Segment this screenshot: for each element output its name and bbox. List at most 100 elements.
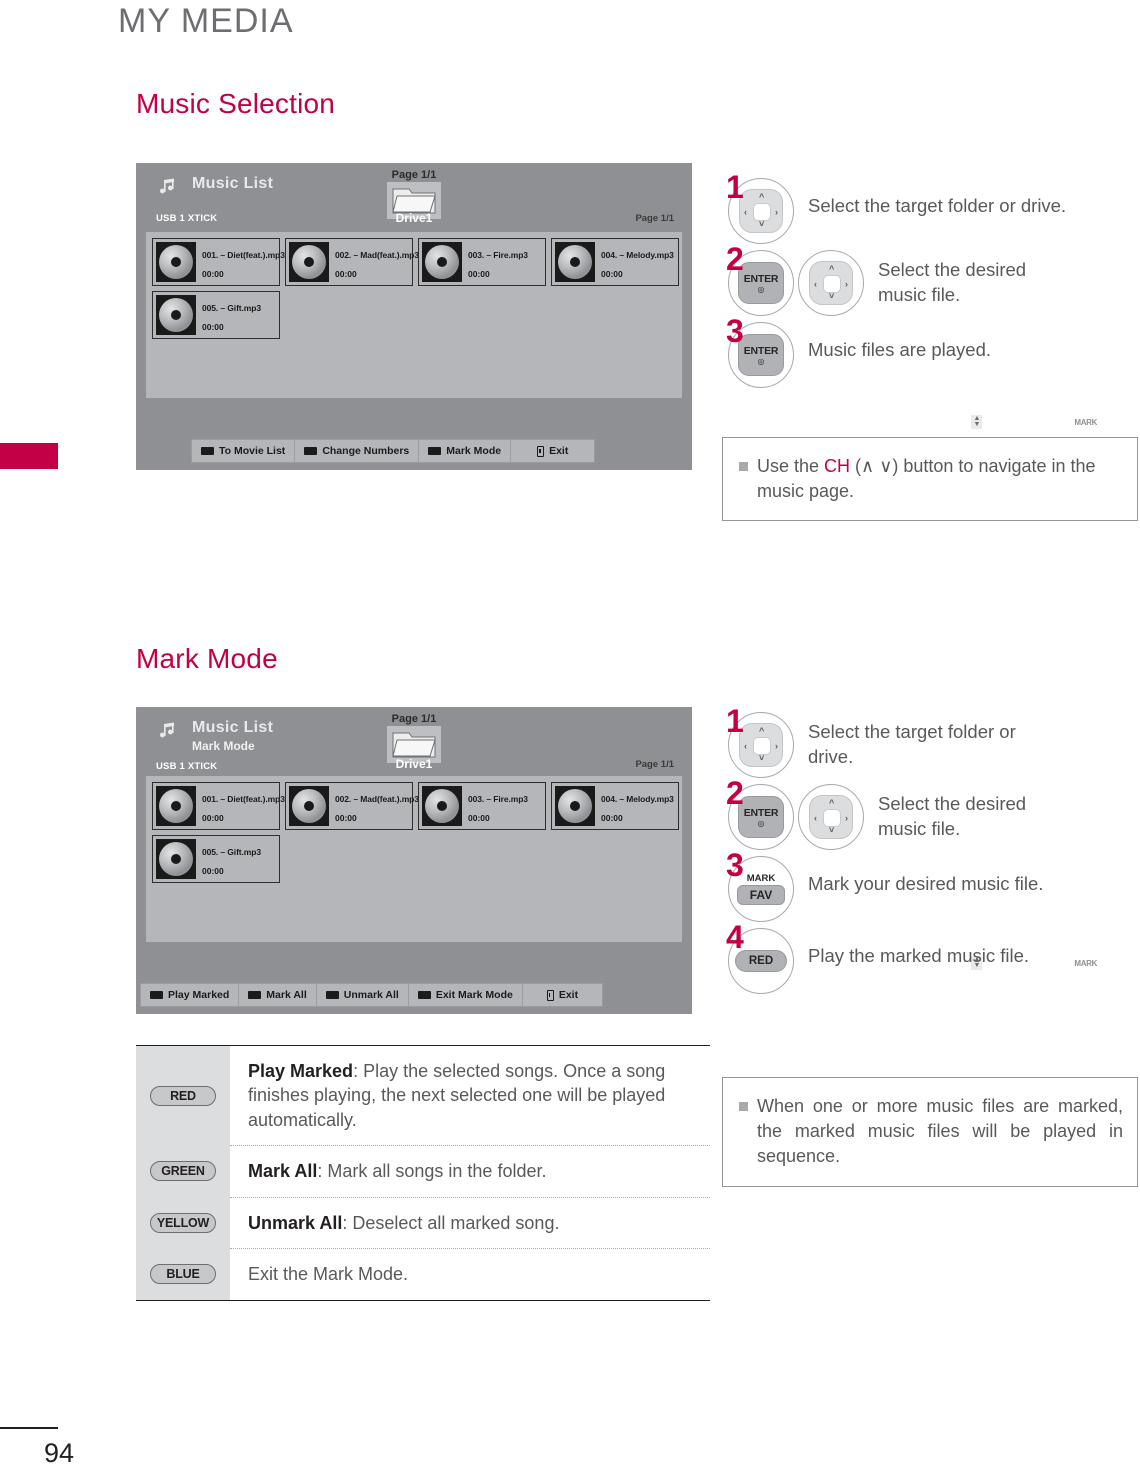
legend-label: Mark — [1103, 957, 1130, 969]
disc-icon — [555, 786, 595, 826]
disc-icon — [156, 786, 196, 826]
page-number: 94 — [44, 1438, 75, 1468]
step-text: Select the target folder or drive. — [808, 195, 1067, 216]
file-name: 004. – Melody.mp3 — [601, 794, 674, 804]
mark-fav-key-icon: MARK FAV — [736, 873, 786, 905]
step-text: Select the desired music file. — [878, 793, 1027, 839]
key-desc-text: : Mark all songs in the folder. — [317, 1161, 547, 1182]
file-name: 002. – Mad(feat.).mp3 — [335, 794, 419, 804]
remote-dpad-button[interactable]: ^ ˅ ‹ › — [798, 250, 864, 316]
file-duration: 00:00 — [202, 866, 224, 876]
enter-dot-icon — [905, 416, 917, 428]
chevron-right-icon: › — [775, 207, 778, 217]
disc-icon — [422, 242, 462, 282]
osd-button-exit-mark-mode[interactable]: Exit Mark Mode — [409, 984, 523, 1006]
dpad-icon: ^ ˅ ‹ › — [739, 189, 783, 233]
osd-button-label: Unmark All — [343, 989, 399, 1001]
color-key-icon — [150, 991, 163, 999]
osd-button-label: Change Numbers — [322, 445, 410, 457]
osd-button-mark-all[interactable]: Mark All — [239, 984, 317, 1006]
color-key-icon — [417, 991, 431, 999]
color-key-icon — [325, 991, 339, 999]
step-text: Select the target folder or drive. — [808, 721, 1016, 767]
note-suffix: When one or more music files are marked,… — [757, 1096, 1123, 1167]
note-box-music-selection: Use the CH (∧ ∨) button to navigate in t… — [722, 437, 1138, 522]
list-item[interactable]: 004. – Melody.mp3 00:00 — [551, 782, 679, 830]
list-item[interactable]: 005. – Gift.mp3 00:00 — [152, 835, 280, 883]
step-3: 3 MARK FAV Mark your desired music file. — [726, 849, 1044, 922]
note-text: When one or more music files are marked,… — [757, 1094, 1123, 1170]
osd-panel-music-list: Page 1/1 Music List USB 1 XTICK Page 1/1… — [136, 163, 692, 470]
key-description: Exit the Mark Mode. — [230, 1248, 710, 1299]
list-item[interactable]: 003. – Fire.mp3 00:00 — [418, 782, 546, 830]
footer-divider — [0, 1427, 58, 1429]
osd-button-change-numbers[interactable]: Change Numbers — [295, 440, 420, 462]
key-desc-text: : Deselect all marked song. — [342, 1212, 560, 1233]
osd-button-mark-mode[interactable]: Mark Mode — [419, 440, 512, 462]
osd-button-to-movie-list[interactable]: To Movie List — [192, 440, 296, 462]
note-prefix: Use the — [757, 456, 825, 476]
legend-label: Move — [863, 416, 893, 428]
chevron-down-icon: ˅ — [829, 291, 835, 301]
enter-dot-icon: ◎ — [757, 356, 765, 366]
disc-icon — [555, 242, 595, 282]
step-text: Mark your desired music file. — [808, 873, 1044, 894]
steps-music-selection: 1 ^ ˅ ‹ › Select the target folder or dr… — [726, 171, 1067, 394]
step-number: 2 — [726, 775, 744, 811]
bullet-square-icon — [739, 462, 748, 471]
osd-button-play-marked[interactable]: Play Marked — [141, 984, 240, 1006]
chevron-right-icon: › — [775, 741, 778, 751]
list-item[interactable]: 001. – Diet(feat.).mp3 00:00 — [152, 238, 285, 286]
file-row: 001. – Diet(feat.).mp3 00:00 002. – Mad(… — [152, 782, 682, 830]
color-key-icon — [248, 991, 262, 999]
ch-updown-icon: CH ▲ ▼ — [957, 415, 983, 429]
bullet-square-icon — [739, 1102, 748, 1111]
disc-icon — [422, 786, 462, 826]
remote-dpad-button[interactable]: ^ ˅ ‹ › — [798, 784, 864, 850]
osd-header: Page 1/1 Music List USB 1 XTICK Page 1/1… — [137, 164, 691, 232]
color-key-icon — [304, 447, 318, 455]
exit-door-icon — [537, 445, 545, 457]
list-item[interactable]: 003. – Fire.mp3 00:00 — [418, 238, 546, 286]
enter-dot-icon: ◎ — [757, 818, 765, 828]
list-item[interactable]: 001. – Diet(feat.).mp3 00:00 — [152, 782, 285, 830]
dpad-icon: ^ ˅ ‹ › — [809, 795, 853, 839]
page-title: MY MEDIA — [118, 2, 294, 40]
green-key-badge: GREEN — [150, 1161, 216, 1182]
note-text: Use the CH (∧ ∨) button to navigate in t… — [757, 454, 1123, 504]
note-accent: CH — [824, 456, 851, 476]
list-item[interactable]: 002. – Mad(feat.).mp3 00:00 — [285, 238, 419, 286]
file-name: 005. – Gift.mp3 — [202, 303, 261, 313]
file-name: 003. – Fire.mp3 — [468, 250, 528, 260]
list-item[interactable]: 004. – Melody.mp3 00:00 — [551, 238, 679, 286]
key-description: Mark All: Mark all songs in the folder. — [230, 1145, 710, 1196]
list-item[interactable]: 005. – Gift.mp3 00:00 — [152, 291, 280, 339]
list-item[interactable]: 002. – Mad(feat.).mp3 00:00 — [285, 782, 419, 830]
step-2: 2 ENTER ◎ ^ ˅ ‹ › Select the desired mus… — [726, 243, 1066, 316]
key-bold-label: Play Marked — [248, 1061, 354, 1081]
disc-icon — [289, 242, 329, 282]
osd-button-label: Exit — [558, 989, 579, 1001]
osd-button-exit[interactable]: Exit — [523, 984, 602, 1006]
chevron-down-icon: ˅ — [829, 825, 835, 835]
osd-button-label: Exit — [549, 445, 569, 457]
ch-text: CH — [957, 417, 971, 427]
step-number: 4 — [726, 919, 744, 955]
chevron-right-icon: › — [845, 813, 848, 823]
osd-button-unmark-all[interactable]: Unmark All — [317, 984, 409, 1006]
step-number: 1 — [726, 703, 744, 739]
step-text: Play the marked music file. — [808, 945, 1030, 966]
step-number: 1 — [726, 169, 744, 205]
chevron-up-icon: ^ — [759, 192, 765, 202]
file-duration: 00:00 — [202, 269, 224, 279]
file-name: 001. – Diet(feat.).mp3 — [202, 794, 285, 804]
file-name: 005. – Gift.mp3 — [202, 847, 261, 857]
file-duration: 00:00 — [601, 269, 623, 279]
key-cell-red: RED — [136, 1046, 230, 1146]
file-duration: 00:00 — [335, 813, 357, 823]
chevron-left-icon: ‹ — [744, 207, 747, 217]
osd-button-exit[interactable]: Exit — [511, 440, 594, 462]
step-1: 1 ^ ˅ ‹ › Select the target folder or dr… — [726, 171, 1067, 244]
osd-button-bar: Play Marked Mark All Unmark All Exit Mar… — [140, 983, 604, 1007]
step-1: 1 ^ ˅ ‹ › Select the target folder or dr… — [726, 705, 1043, 778]
